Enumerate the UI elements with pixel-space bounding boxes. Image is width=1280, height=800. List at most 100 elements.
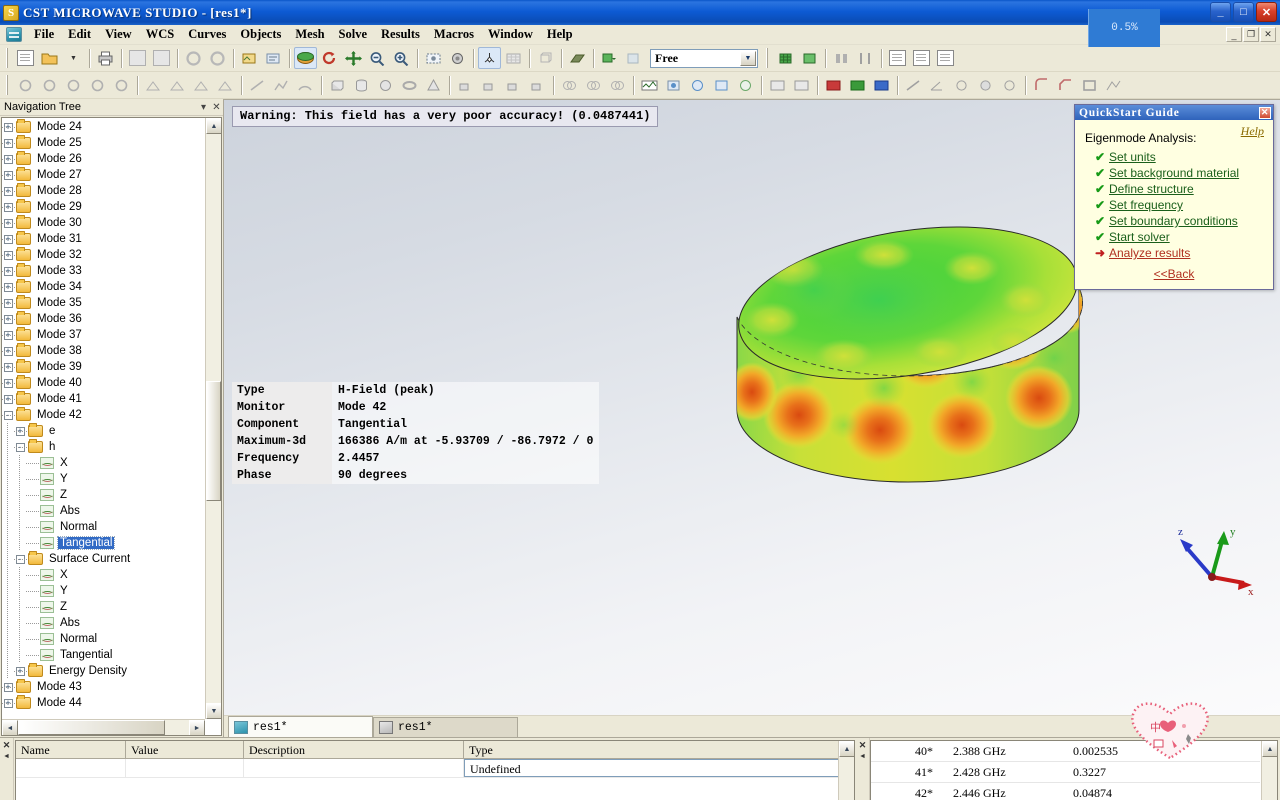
quickstart-step-label[interactable]: Analyze results <box>1109 246 1190 260</box>
menu-objects[interactable]: Objects <box>233 25 288 44</box>
param-vertical-scrollbar[interactable]: ▲ ▼ <box>838 741 854 800</box>
tree-item-mode-30[interactable]: + Mode 30 <box>2 215 205 231</box>
tree-item-mode-29[interactable]: + Mode 29 <box>2 199 205 215</box>
tree-item-mode-37[interactable]: + Mode 37 <box>2 327 205 343</box>
expand-icon[interactable]: + <box>3 186 13 196</box>
quickstart-step-set-units[interactable]: ✔ Set units <box>1095 150 1265 164</box>
loft-button[interactable] <box>502 74 525 96</box>
torus-button[interactable] <box>398 74 421 96</box>
quickstart-close-icon[interactable]: ✕ <box>1259 106 1271 119</box>
menu-macros[interactable]: Macros <box>427 25 481 44</box>
quickstart-step-analyze-results[interactable]: ➜ Analyze results <box>1095 246 1265 260</box>
pick-edge-button[interactable] <box>38 74 61 96</box>
mesh-view-button[interactable] <box>774 47 797 69</box>
cut-button[interactable] <box>126 47 149 69</box>
document-tab-1[interactable]: res1* <box>373 717 518 737</box>
shell-solid-button[interactable] <box>1078 74 1101 96</box>
tree-item-mode-44[interactable]: + Mode 44 <box>2 695 205 711</box>
tree-item-mode-39[interactable]: + Mode 39 <box>2 359 205 375</box>
tree-item-tangential[interactable]: Tangential <box>2 535 205 551</box>
expand-icon[interactable]: + <box>3 298 13 308</box>
parameter-grid[interactable]: NameValueDescriptionType Undefined▼ ▲ ▼ <box>15 740 855 800</box>
align-wcs-button[interactable] <box>142 74 165 96</box>
expand-icon[interactable]: + <box>3 282 13 292</box>
panel-menu-icon[interactable]: ▾ <box>197 102 210 113</box>
close-button[interactable]: ✕ <box>1256 2 1277 22</box>
scroll-right-button[interactable]: ► <box>189 720 205 735</box>
open-file-button[interactable] <box>38 47 61 69</box>
scroll-up-button[interactable]: ▲ <box>206 118 221 134</box>
transparency-button[interactable] <box>622 47 645 69</box>
parameter-column-type[interactable]: Type <box>464 741 854 758</box>
plot-1d-button[interactable] <box>686 74 709 96</box>
mdi-restore-button[interactable]: ❐ <box>1243 27 1259 42</box>
message-grid[interactable]: 40* 2.388 GHz 0.002535 41* 2.428 GHz 0.3227 42… <box>870 740 1278 800</box>
maximize-button[interactable]: □ <box>1233 2 1254 22</box>
tree-item-normal[interactable]: Normal <box>2 519 205 535</box>
mesh-properties-button[interactable] <box>798 47 821 69</box>
tree-item-mode-24[interactable]: + Mode 24 <box>2 119 205 135</box>
pick-midpoint-button[interactable] <box>998 74 1021 96</box>
tree-item-mode-32[interactable]: + Mode 32 <box>2 247 205 263</box>
document-tab-0[interactable]: res1* <box>228 716 373 737</box>
measure-distance-button[interactable] <box>902 74 925 96</box>
nav-horizontal-scrollbar[interactable]: ◄ ► <box>2 719 205 735</box>
3d-viewport[interactable]: Warning: This field has a very poor accu… <box>224 99 1280 715</box>
tree-item-mode-42[interactable]: - Mode 42 <box>2 407 205 423</box>
quickstart-step-set-boundary-conditions[interactable]: ✔ Set boundary conditions <box>1095 214 1265 228</box>
background-material-button[interactable] <box>790 74 813 96</box>
quickstart-step-label[interactable]: Start solver <box>1109 230 1170 244</box>
expand-icon[interactable]: + <box>3 698 13 708</box>
view-mode-combo[interactable]: Free ▼ <box>650 48 758 68</box>
parameter-list-collapse-icon[interactable]: ◄ <box>3 753 10 760</box>
boolean-add-button[interactable] <box>558 74 581 96</box>
expand-icon[interactable]: + <box>3 266 13 276</box>
cone-button[interactable] <box>422 74 445 96</box>
tree-item-tangential[interactable]: Tangential <box>2 647 205 663</box>
brick-button[interactable] <box>326 74 349 96</box>
scroll-left-button[interactable]: ◄ <box>2 720 18 735</box>
zoom-in-button[interactable] <box>390 47 413 69</box>
curve-arc-button[interactable] <box>294 74 317 96</box>
menu-mesh[interactable]: Mesh <box>288 25 331 44</box>
sphere-button[interactable] <box>374 74 397 96</box>
parameter-row[interactable]: Undefined▼ <box>16 759 854 778</box>
tree-item-abs[interactable]: Abs <box>2 503 205 519</box>
parameter-list-close-icon[interactable]: ✕ <box>3 740 11 751</box>
tree-item-y[interactable]: Y <box>2 471 205 487</box>
expand-icon[interactable]: + <box>3 218 13 228</box>
menu-solve[interactable]: Solve <box>332 25 374 44</box>
collapse-icon[interactable]: - <box>15 554 25 564</box>
nav-scroll-thumb[interactable] <box>206 381 221 501</box>
expand-icon[interactable]: + <box>3 346 13 356</box>
local-coordinates-button[interactable] <box>478 47 501 69</box>
tree-item-mode-35[interactable]: + Mode 35 <box>2 295 205 311</box>
menu-file[interactable]: File <box>27 25 61 44</box>
boolean-intersect-button[interactable] <box>606 74 629 96</box>
message-row[interactable]: 40* 2.388 GHz 0.002535 <box>871 741 1260 762</box>
rotate-button[interactable] <box>318 47 341 69</box>
field-animate-button[interactable] <box>598 47 621 69</box>
boolean-subtract-button[interactable] <box>582 74 605 96</box>
expand-icon[interactable]: + <box>3 138 13 148</box>
copy-button[interactable] <box>150 47 173 69</box>
quickstart-step-label[interactable]: Set frequency <box>1109 198 1183 212</box>
boundary-conditions-button[interactable] <box>822 74 845 96</box>
curve-line-button[interactable] <box>246 74 269 96</box>
result-template-button[interactable] <box>886 47 909 69</box>
collapse-icon[interactable]: - <box>15 442 25 452</box>
solver-start-button[interactable] <box>830 47 853 69</box>
quickstart-step-label[interactable]: Set boundary conditions <box>1109 214 1238 228</box>
tree-item-energy-density[interactable]: + Energy Density <box>2 663 205 679</box>
trace-from-curve-button[interactable] <box>1102 74 1125 96</box>
field-monitor-button[interactable] <box>638 74 661 96</box>
plot-2d-button[interactable] <box>710 74 733 96</box>
tree-item-mode-26[interactable]: + Mode 26 <box>2 151 205 167</box>
expand-icon[interactable]: + <box>15 666 25 676</box>
chevron-down-icon[interactable]: ▼ <box>740 50 756 66</box>
clear-picks-button[interactable] <box>110 74 133 96</box>
message-row[interactable]: 42* 2.446 GHz 0.04874 <box>871 783 1260 800</box>
print-button[interactable] <box>94 47 117 69</box>
fit-view-button[interactable] <box>422 47 445 69</box>
message-window-close-icon[interactable]: ✕ <box>859 740 867 751</box>
